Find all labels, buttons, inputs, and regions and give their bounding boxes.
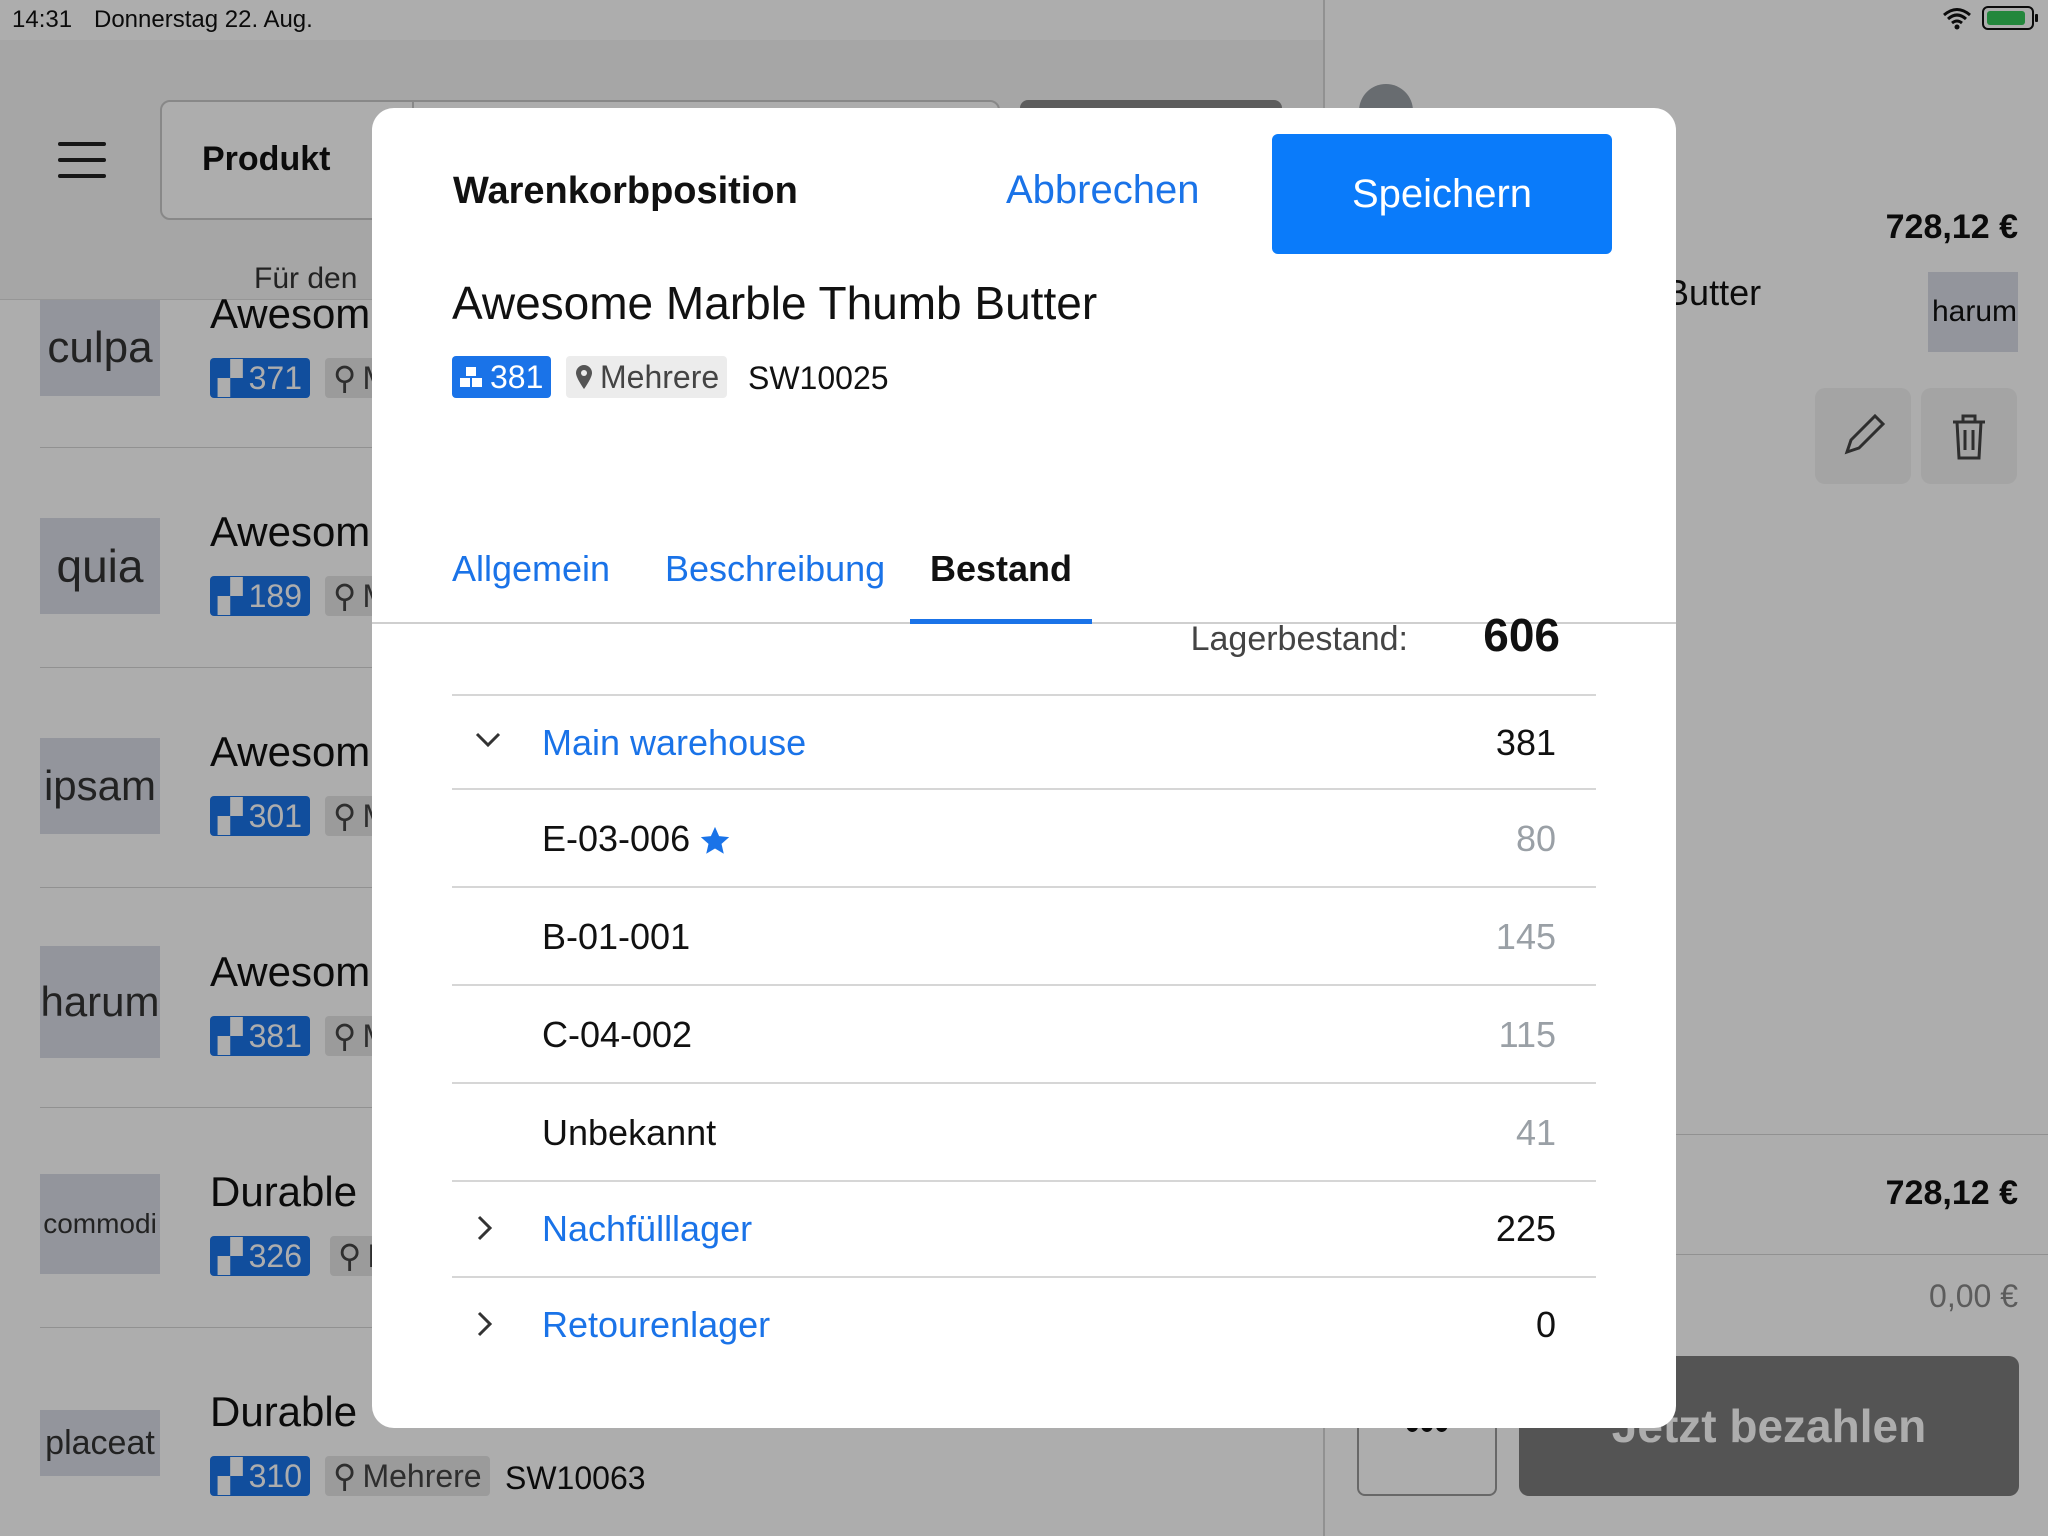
tab-bestand[interactable]: Bestand <box>910 548 1093 624</box>
inventory-table: Main warehouse 381 E-03-006 80 B-01-001 … <box>452 694 1596 1372</box>
inventory-total: 606 <box>1483 609 1560 661</box>
chevron-down-icon[interactable] <box>474 730 502 750</box>
bin-location-label: B-01-001 <box>542 916 691 957</box>
warehouse-name[interactable]: Nachfülllager <box>542 1208 752 1250</box>
save-button[interactable]: Speichern <box>1272 134 1612 254</box>
stock-badge: 381 <box>452 356 552 398</box>
tab-beschreibung[interactable]: Beschreibung <box>665 548 885 624</box>
tab-label: Allgemein <box>452 548 611 589</box>
stock-count: 381 <box>490 358 544 395</box>
cancel-button[interactable]: Abbrechen <box>1006 168 1199 213</box>
tab-label: Bestand <box>930 548 1073 589</box>
cart-item-dialog: Warenkorbposition Abbrechen Speichern Aw… <box>372 108 1676 1428</box>
bin-row: C-04-002 115 <box>452 984 1596 1082</box>
star-icon <box>700 827 730 855</box>
bin-qty: 145 <box>1495 916 1556 957</box>
warehouse-name[interactable]: Retourenlager <box>542 1304 770 1346</box>
chevron-right-icon[interactable] <box>474 1310 494 1338</box>
warehouse-row[interactable]: Nachfülllager 225 <box>452 1180 1596 1276</box>
warehouse-qty: 225 <box>1495 1208 1556 1249</box>
bin-location-label: E-03-006 <box>542 818 691 859</box>
tab-allgemein[interactable]: Allgemein <box>452 548 610 624</box>
warehouse-row[interactable]: Main warehouse 381 <box>452 694 1596 788</box>
dialog-title: Warenkorbposition <box>453 170 798 212</box>
bin-row: B-01-001 145 <box>452 886 1596 984</box>
stock-icon <box>460 367 482 387</box>
bin-qty: 115 <box>1498 1014 1556 1055</box>
product-sku: SW10025 <box>748 360 889 396</box>
warehouse-name[interactable]: Main warehouse <box>542 722 806 764</box>
inventory-label: Lagerbestand: <box>1190 620 1408 658</box>
bin-location-label: Unbekannt <box>542 1112 717 1153</box>
dialog-tabs: Allgemein Beschreibung Bestand <box>372 548 1676 624</box>
bin-row: E-03-006 80 <box>452 788 1596 886</box>
bin-qty: 41 <box>1515 1112 1556 1153</box>
location-badge: Mehrere <box>566 356 728 398</box>
warehouse-qty: 381 <box>1495 722 1556 763</box>
warehouse-row[interactable]: Retourenlager 0 <box>452 1276 1596 1372</box>
chevron-right-icon[interactable] <box>474 1214 494 1242</box>
bin-row: Unbekannt 41 <box>452 1082 1596 1180</box>
bin-qty: 80 <box>1515 818 1556 859</box>
bin-location-label: C-04-002 <box>542 1014 693 1055</box>
pin-icon <box>576 365 592 389</box>
tab-label: Beschreibung <box>665 548 886 589</box>
warehouse-qty: 0 <box>1535 1304 1556 1345</box>
bin-location-name: E-03-006 <box>542 818 732 860</box>
location-label: Mehrere <box>600 358 720 395</box>
product-name: Awesome Marble Thumb Butter <box>452 277 1098 329</box>
